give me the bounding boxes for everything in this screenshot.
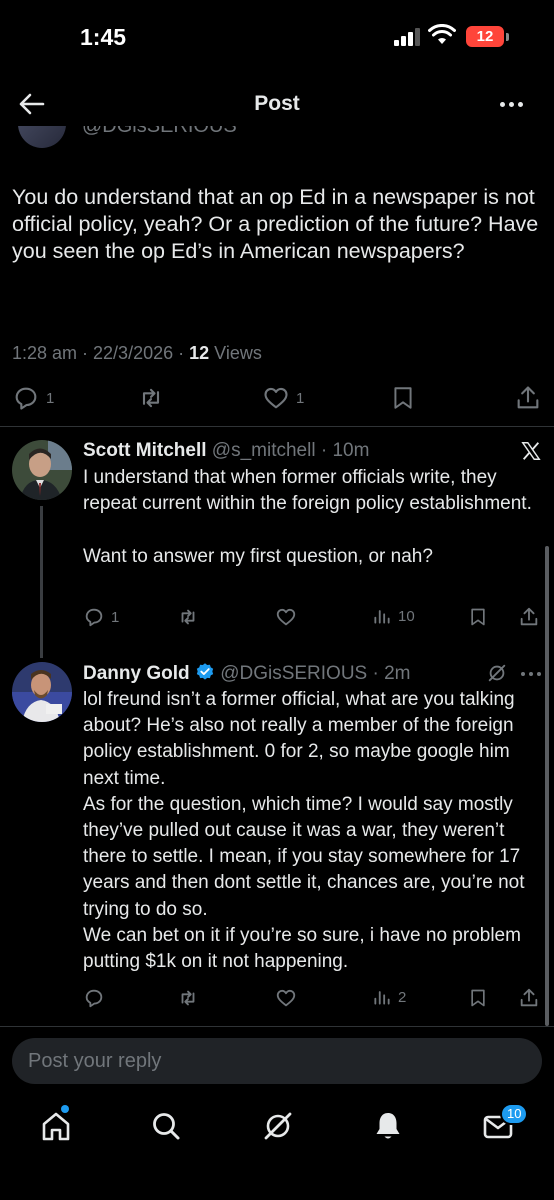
heart-icon (276, 989, 296, 1007)
bookmark-button[interactable] (468, 606, 488, 628)
reply-item[interactable]: Scott Mitchell @s_mitchell · 10m I under… (0, 440, 554, 640)
top-nav: Post (0, 76, 554, 132)
tab-search[interactable] (146, 1106, 186, 1146)
like-button[interactable]: 1 (262, 384, 304, 412)
reply-actions: 2 (0, 987, 554, 1011)
author-handle[interactable]: @s_mitchell (212, 440, 316, 461)
tab-notifications[interactable] (368, 1106, 408, 1146)
page-title: Post (254, 92, 300, 115)
battery-icon: 12 (466, 26, 504, 47)
views-count: 2 (398, 988, 407, 1006)
reply-button[interactable]: 1 (83, 606, 119, 628)
bookmark-button[interactable] (468, 987, 488, 1009)
home-icon (42, 1112, 70, 1141)
like-button[interactable] (275, 987, 297, 1009)
reply-count: 1 (111, 608, 120, 626)
views-label: Views (209, 343, 262, 363)
signal-icon (394, 28, 422, 46)
main-post-meta: 1:28 am · 22/3/2026 · 12 Views (12, 343, 262, 364)
home-notification-dot (61, 1105, 69, 1113)
views-button[interactable]: 2 (372, 987, 406, 1007)
tab-grok[interactable] (258, 1106, 298, 1146)
views-count: 10 (398, 607, 415, 625)
verified-badge-icon (196, 663, 214, 680)
bell-icon (376, 1113, 400, 1139)
x-logo-icon (521, 442, 541, 460)
search-icon (153, 1113, 180, 1140)
tab-home[interactable] (36, 1106, 76, 1146)
reply-header: Scott Mitchell @s_mitchell · 10m (83, 440, 369, 462)
share-button[interactable] (518, 606, 540, 628)
grok-icon (264, 1112, 292, 1140)
divider (0, 426, 554, 427)
main-post-handle[interactable]: @DGisSERIOUS (82, 126, 237, 138)
main-post-text: You do understand that an op Ed in a new… (12, 185, 539, 263)
reply-count: 1 (46, 389, 55, 407)
bookmark-button[interactable] (390, 384, 416, 412)
wifi-icon (428, 24, 456, 44)
bookmark-icon (394, 387, 412, 409)
bottom-tab-bar (0, 1096, 554, 1156)
like-button[interactable] (275, 606, 297, 628)
reply-icon (15, 387, 37, 410)
reply-time: · 2m (367, 663, 411, 684)
reply-text: I understand that when former officials … (83, 467, 532, 567)
reply-button[interactable] (83, 987, 105, 1009)
like-count: 1 (296, 389, 305, 407)
reply-button[interactable]: 1 (12, 384, 54, 412)
scrollbar[interactable] (545, 546, 549, 1026)
repost-button[interactable] (136, 384, 166, 412)
share-icon (520, 988, 538, 1007)
more-options-icon[interactable] (498, 94, 526, 114)
battery-level: 12 (476, 28, 494, 45)
author-name[interactable]: Danny Gold (83, 663, 190, 684)
reply-icon (85, 608, 103, 627)
share-button[interactable] (518, 987, 540, 1009)
analytics-icon (374, 610, 390, 624)
main-post-header: @DGisSERIOUS (0, 126, 554, 148)
reply-icon (85, 989, 103, 1008)
bookmark-icon (471, 989, 485, 1007)
repost-icon (142, 388, 160, 408)
reply-input[interactable] (12, 1038, 542, 1084)
share-icon (520, 607, 538, 626)
avatar[interactable] (18, 126, 66, 148)
main-post-actions: 1 1 (0, 384, 554, 414)
analytics-icon (374, 991, 390, 1005)
share-icon (517, 386, 539, 409)
repost-button[interactable] (176, 606, 200, 628)
heart-icon (276, 608, 296, 626)
reply-composer[interactable] (12, 1038, 542, 1084)
repost-icon (181, 990, 195, 1006)
divider (0, 1026, 554, 1027)
views-button[interactable]: 10 (372, 606, 415, 626)
reply-time: · 10m (315, 440, 370, 461)
status-time: 1:45 (80, 24, 127, 50)
messages-badge: 10 (500, 1103, 529, 1125)
status-bar: 1:45 12 (0, 0, 554, 76)
more-options-icon[interactable] (520, 672, 542, 677)
grok-icon[interactable] (486, 662, 508, 684)
share-button[interactable] (514, 384, 542, 412)
bookmark-icon (471, 608, 485, 626)
reply-item[interactable]: Danny Gold @DGisSERIOUS · 2m lol freund … (0, 660, 554, 1020)
author-handle[interactable]: @DGisSERIOUS (220, 663, 367, 684)
post-timestamp: 1:28 am · 22/3/2026 · (12, 343, 190, 363)
avatar[interactable] (12, 440, 72, 500)
repost-icon (181, 609, 195, 625)
avatar[interactable] (12, 662, 72, 722)
reply-text: lol freund isn’t a former official, what… (83, 689, 525, 973)
heart-icon (264, 387, 288, 409)
reply-header: Danny Gold @DGisSERIOUS · 2m (83, 662, 411, 685)
reply-actions: 1 10 (0, 606, 554, 630)
battery-nub (506, 33, 509, 41)
views-count: 12 (189, 343, 210, 363)
author-name[interactable]: Scott Mitchell (83, 440, 207, 461)
repost-button[interactable] (176, 987, 200, 1009)
